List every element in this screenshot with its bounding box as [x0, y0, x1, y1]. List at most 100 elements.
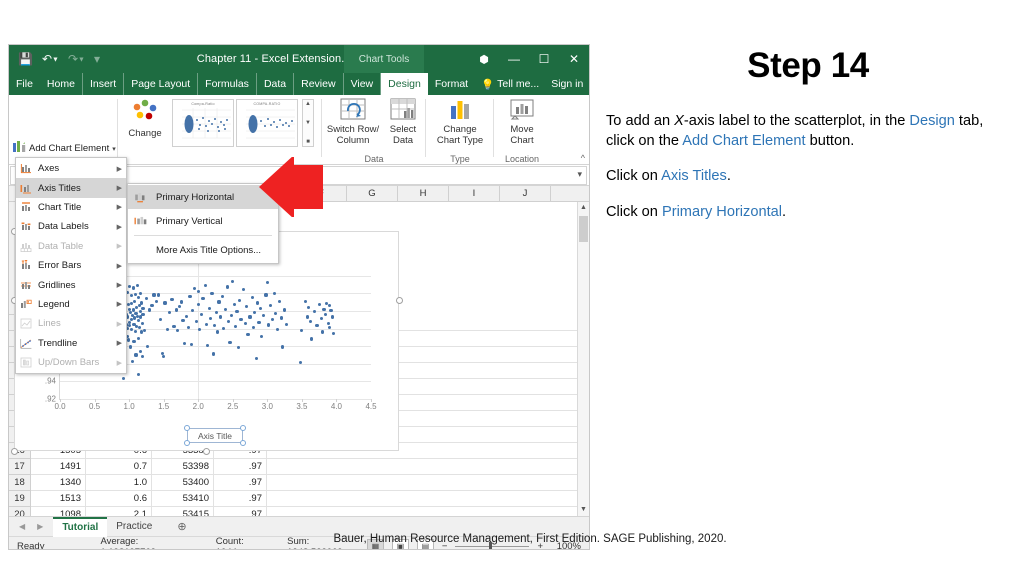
axis-title-handle-bl[interactable]	[184, 440, 190, 446]
scatter-point	[146, 344, 150, 348]
chart-styles-scroll[interactable]: ▲ ▼ ■	[302, 99, 314, 147]
scatter-point	[250, 296, 254, 300]
gallery-more-icon[interactable]: ■	[306, 139, 310, 145]
select-data-button[interactable]: Select Data	[383, 95, 423, 146]
sheet-next-icon[interactable]: ▶	[37, 522, 43, 531]
collapse-ribbon-icon[interactable]: ^	[581, 153, 585, 163]
gallery-scroll-up-icon[interactable]: ▲	[305, 101, 311, 107]
cell-e[interactable]: .97	[214, 459, 267, 475]
column-header-j[interactable]: J	[500, 186, 551, 202]
menu-item-axis-titles[interactable]: Axis Titles ▶	[16, 178, 126, 198]
menu-item-legend[interactable]: Legend ▶	[16, 295, 126, 314]
chart-handle-right[interactable]	[396, 297, 403, 304]
add-chart-element-button[interactable]: Add Chart Element ▾	[13, 141, 117, 156]
cell-d[interactable]: 53398	[152, 459, 214, 475]
tab-home[interactable]: Home	[40, 73, 83, 95]
chevron-right-icon: ▶	[116, 262, 122, 270]
tab-review[interactable]: Review	[294, 73, 344, 95]
chevron-down-icon[interactable]: ▾	[577, 169, 582, 180]
tab-formulas[interactable]: Formulas	[198, 73, 257, 95]
vertical-scrollbar[interactable]: ▲ ▼	[577, 202, 589, 516]
sheet-prev-icon[interactable]: ◀	[19, 522, 25, 531]
axis-title-handle-br[interactable]	[240, 440, 246, 446]
sheet-tab-tutorial[interactable]: Tutorial	[53, 516, 108, 537]
cell-c[interactable]: 2.1	[86, 507, 152, 516]
gallery-scroll-down-icon[interactable]: ▼	[305, 120, 311, 126]
cell-b[interactable]: 1340	[31, 475, 86, 491]
tab-file[interactable]: File	[9, 73, 40, 95]
column-header-h[interactable]: H	[398, 186, 449, 202]
menu-item-axes[interactable]: Axes ▶	[16, 159, 126, 178]
submenu-item-more-axis-title-options[interactable]: More Axis Title Options...	[128, 238, 278, 262]
scatter-point	[256, 301, 260, 305]
switch-row-column-button[interactable]: Switch Row/ Column	[325, 95, 381, 146]
row-header[interactable]: 17	[9, 459, 30, 475]
chart-handle-bottom[interactable]	[203, 448, 210, 455]
scroll-up-icon[interactable]: ▲	[578, 202, 589, 214]
tab-page-layout[interactable]: Page Layout	[124, 73, 199, 95]
cell-d[interactable]: 53400	[152, 475, 214, 491]
tab-view[interactable]: View	[344, 73, 382, 95]
scatter-point	[200, 312, 204, 316]
cell-d[interactable]: 53415	[152, 507, 214, 516]
add-chart-element-menu[interactable]: Axes ▶ Axis Titles ▶ Chart Title ▶ Data …	[15, 157, 127, 375]
ribbon-display-options-icon[interactable]: ⬢	[469, 45, 499, 73]
chart-handle-bl[interactable]	[11, 448, 18, 455]
table-row[interactable]: 1491 0.7 53398 .97	[31, 459, 589, 475]
cell-e[interactable]: .97	[214, 475, 267, 491]
scrollbar-thumb[interactable]	[579, 216, 588, 242]
menu-item-data-labels[interactable]: Data Labels ▶	[16, 217, 126, 236]
cell-c[interactable]: 0.7	[86, 459, 152, 475]
run-text-axis-titles: Axis Titles	[661, 168, 727, 185]
sheet-tab-practice[interactable]: Practice	[107, 517, 161, 537]
maximize-icon[interactable]: ☐	[529, 45, 559, 73]
scroll-down-icon[interactable]: ▼	[578, 504, 589, 516]
menu-item-label: Gridlines	[38, 279, 76, 291]
axis-title-handle-tl[interactable]	[184, 425, 190, 431]
chevron-right-icon: ▶	[116, 223, 122, 231]
move-chart-button[interactable]: Move Chart	[497, 95, 547, 146]
row-header[interactable]: 20	[9, 507, 30, 516]
chart-style-thumb[interactable]: COMPA-RATIO	[236, 99, 298, 147]
cell-b[interactable]: 1513	[31, 491, 86, 507]
formula-input[interactable]: ▾	[114, 165, 587, 185]
menu-item-error-bars[interactable]: Error Bars ▶	[16, 256, 126, 275]
cell-b[interactable]: 1098	[31, 507, 86, 516]
add-sheet-icon[interactable]: ⊕	[177, 520, 186, 533]
column-header-i[interactable]: I	[449, 186, 500, 202]
cell-e[interactable]: .97	[214, 507, 267, 516]
chart-styles-gallery[interactable]: Compa-Ratio COMPA-RATIO	[172, 99, 301, 147]
cell-c[interactable]: 0.6	[86, 491, 152, 507]
cell-c[interactable]: 1.0	[86, 475, 152, 491]
change-colors-button[interactable]: Change	[121, 95, 169, 140]
instruction-paragraph-2: Click on Axis Titles.	[606, 167, 1010, 187]
cell-d[interactable]: 53410	[152, 491, 214, 507]
row-header[interactable]: 18	[9, 475, 30, 491]
tab-data[interactable]: Data	[257, 73, 295, 95]
chevron-down-icon[interactable]: ▾	[112, 145, 116, 153]
column-header-g[interactable]: G	[347, 186, 398, 202]
menu-item-trendline[interactable]: Trendline ▶	[16, 334, 126, 353]
close-icon[interactable]: ✕	[559, 45, 589, 73]
tell-me-box[interactable]: 💡 Tell me...	[475, 78, 545, 91]
cell-b[interactable]: 1491	[31, 459, 86, 475]
tab-insert[interactable]: Insert	[83, 73, 125, 95]
chart-style-thumb[interactable]: Compa-Ratio	[172, 99, 234, 147]
tab-format[interactable]: Format	[428, 73, 475, 95]
change-chart-type-button[interactable]: Change Chart Type	[429, 95, 491, 146]
table-row[interactable]: 1340 1.0 53400 .97	[31, 475, 589, 491]
sign-in-button[interactable]: Sign in	[545, 78, 589, 90]
tab-design[interactable]: Design	[381, 73, 428, 95]
row-header[interactable]: 19	[9, 491, 30, 507]
axis-title-placeholder[interactable]: Axis Title	[187, 428, 243, 443]
axis-title-handle-tr[interactable]	[240, 425, 246, 431]
minimize-icon[interactable]: —	[499, 45, 529, 73]
scatter-point	[181, 318, 185, 323]
cell-e[interactable]: .97	[214, 491, 267, 507]
sheet-nav-arrows[interactable]: ◀ ▶	[9, 522, 53, 531]
table-row[interactable]: 1098 2.1 53415 .97	[31, 507, 589, 516]
menu-item-chart-title[interactable]: Chart Title ▶	[16, 198, 126, 217]
share-button[interactable]: 👤 Share	[589, 78, 590, 91]
menu-item-gridlines[interactable]: Gridlines ▶	[16, 275, 126, 294]
table-row[interactable]: 1513 0.6 53410 .97	[31, 491, 589, 507]
